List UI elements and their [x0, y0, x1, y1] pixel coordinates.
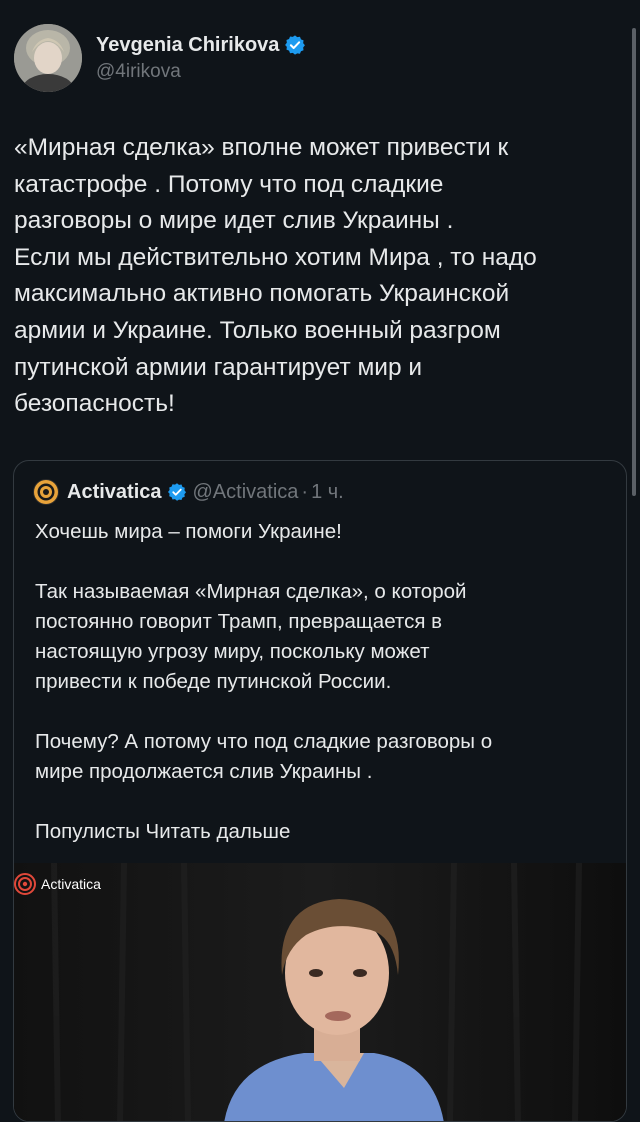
activatica-logo-icon: [14, 873, 36, 895]
activatica-logo-icon[interactable]: [33, 479, 59, 505]
quoted-timestamp[interactable]: 1 ч.: [311, 481, 344, 504]
tweet-header: Yevgenia Chirikova @4irikova: [14, 20, 306, 96]
video-thumbnail[interactable]: Activatica: [14, 863, 626, 1121]
quoted-author-name[interactable]: Activatica: [67, 481, 162, 504]
tweet-text-line: максимально активно помогать Украинской: [14, 280, 510, 308]
tweet-text-line: Если мы действительно хотим Мира , то на…: [14, 243, 537, 271]
quoted-tweet-card[interactable]: Activatica @Activatica · 1 ч. Хочешь мир…: [13, 460, 627, 1122]
quoted-text-line: Хочешь мира – помоги Украине!: [35, 520, 342, 543]
quoted-text-line: Популисты Читать дальше: [35, 817, 615, 847]
author-avatar-image: [14, 24, 82, 92]
tweet-text: «Мирная сделка» вполне может привести к …: [14, 130, 614, 423]
tweet-text-line: армии и Украине. Только военный разгром: [14, 316, 501, 344]
author-name[interactable]: Yevgenia Chirikova: [96, 34, 279, 57]
verified-badge-icon: [284, 34, 306, 56]
author-avatar[interactable]: [14, 24, 82, 92]
verified-badge-icon: [167, 482, 187, 502]
quoted-tweet-text: Хочешь мира – помоги Украине! Так называ…: [35, 517, 615, 847]
video-frame-image: [14, 863, 626, 1121]
video-watermark: Activatica: [14, 873, 101, 895]
quoted-text-line: настоящую угрозу миру, поскольку может: [35, 640, 430, 663]
quoted-text-line: постоянно говорит Трамп, превращается в: [35, 610, 443, 633]
quoted-text-line: Почему? А потому что под сладкие разгово…: [35, 730, 493, 753]
quoted-author-handle[interactable]: @Activatica: [193, 481, 299, 504]
tweet-text-line: разговоры о мире идет слив Украины .: [14, 207, 454, 235]
read-more-link[interactable]: Читать дальше: [146, 820, 291, 843]
separator-dot: ·: [301, 480, 309, 503]
tweet-text-line: катастрофе . Потому что под сладкие: [14, 170, 444, 198]
quoted-text-line: мире продолжается слив Украины .: [35, 760, 373, 783]
author-handle[interactable]: @4irikova: [96, 61, 306, 83]
scrollbar[interactable]: [632, 28, 636, 496]
tweet-text-line: безопасность!: [14, 390, 175, 418]
video-watermark-text: Activatica: [41, 876, 101, 892]
quoted-text-line: Так называемая «Мирная сделка», о которо…: [35, 580, 467, 603]
quoted-tweet-header: Activatica @Activatica · 1 ч.: [33, 478, 344, 506]
quoted-text-prefix: Популисты: [35, 820, 146, 843]
tweet-text-line: «Мирная сделка» вполне может привести к: [14, 134, 509, 161]
quoted-text-line: привести к победе путинской России.: [35, 670, 392, 693]
tweet-text-line: путинской армии гарантирует мир и: [14, 353, 423, 381]
